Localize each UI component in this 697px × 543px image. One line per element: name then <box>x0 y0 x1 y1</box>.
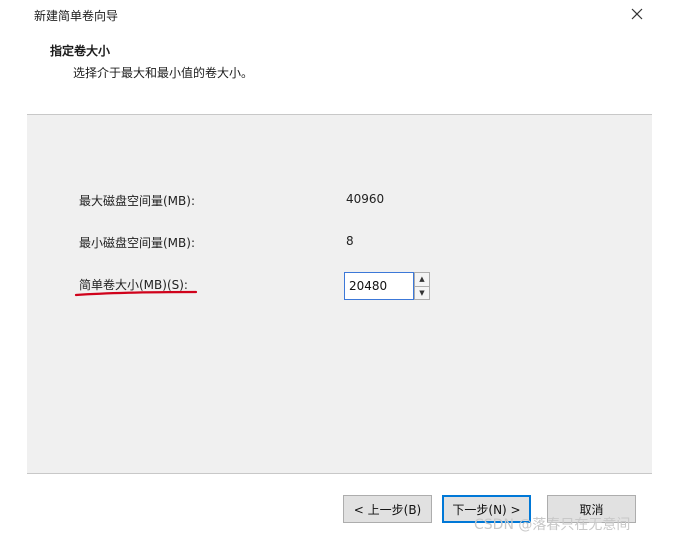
watermark: CSDN @落春只在无意间 <box>474 517 631 533</box>
min-disk-space-value: 8 <box>346 234 354 248</box>
close-icon <box>631 8 643 20</box>
wizard-header: 指定卷大小 选择介于最大和最小值的卷大小。 <box>0 28 697 112</box>
window-title: 新建简单卷向导 <box>34 9 119 23</box>
back-button[interactable]: < 上一步(B) <box>343 495 432 523</box>
max-disk-space-value: 40960 <box>346 192 385 206</box>
volume-size-spinner[interactable]: ▲ ▼ <box>344 272 432 302</box>
header-title: 指定卷大小 <box>50 44 111 58</box>
volume-size-input[interactable] <box>344 272 414 300</box>
close-button[interactable] <box>620 0 654 28</box>
header-subtitle: 选择介于最大和最小值的卷大小。 <box>73 66 254 80</box>
spin-buttons[interactable]: ▲ ▼ <box>414 272 430 300</box>
min-disk-space-label: 最小磁盘空间量(MB): <box>79 236 195 250</box>
new-simple-volume-wizard: 新建简单卷向导 指定卷大小 选择介于最大和最小值的卷大小。 最大磁盘空间量(MB… <box>0 0 697 543</box>
max-disk-space-label: 最大磁盘空间量(MB): <box>79 194 195 208</box>
spin-up-icon[interactable]: ▲ <box>415 273 429 287</box>
red-underline-annotation <box>74 290 198 297</box>
spin-down-icon[interactable]: ▼ <box>415 287 429 300</box>
